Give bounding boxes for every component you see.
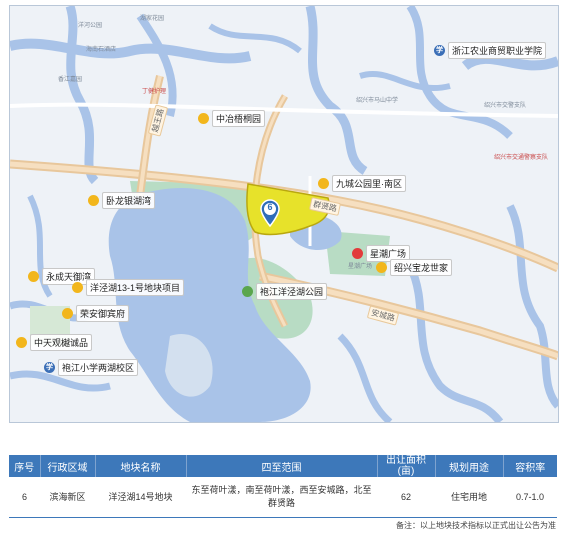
shopping-icon [352,248,363,259]
school-icon: 学 [44,362,55,373]
poi-jiucheng[interactable]: 九城公园里·南区 [318,175,406,192]
poi-baolong[interactable]: 绍兴宝龙世家 [376,259,453,276]
map-text-1: 洋河公园 [78,23,103,29]
poi-zhongye[interactable]: 中冶梧桐园 [198,110,266,127]
cell-seq: 6 [9,477,40,518]
col-header-district: 行政区域 [40,455,96,477]
building-icon [72,282,83,293]
plot-marker[interactable]: 6 [259,199,281,232]
location-map[interactable]: 6 群贤路 安城路 越王路 中冶梧桐园 九城公园里·南区 卧龙银湖湾 永成天御湾… [9,5,559,423]
poi-paojiang-school[interactable]: 学 袍江小学两湖校区 [44,359,139,376]
cell-far: 0.7-1.0 [503,477,557,518]
map-text-7: 绍兴市交警支队 [484,103,527,109]
col-header-plot-name: 地块名称 [95,455,187,477]
map-text-2: 湖家花园 [140,16,165,22]
map-text-8: 绍兴市交通警察支队 [494,155,549,161]
school-icon: 学 [434,45,445,56]
cell-use: 住宅用地 [435,477,503,518]
poi-paojiang-park[interactable]: 袍江洋泾湖公园 [242,283,328,300]
col-header-seq: 序号 [9,455,41,477]
poi-rongan[interactable]: 荣安御宾府 [62,305,130,322]
building-icon [88,195,99,206]
poi-agri-college[interactable]: 学 浙江农业商贸职业学院 [434,42,547,59]
cell-bounds: 东至荷叶漾，南至荷叶漾，西至安城路，北至群贤路 [186,477,377,518]
cell-district: 滨海新区 [40,477,95,518]
col-header-far: 容积率 [503,455,557,477]
table-header-row: 序号 行政区域 地块名称 四至范围 出让面积(亩) 规划用途 容积率 [9,455,557,477]
map-text-4: 香江嘉园 [58,77,83,83]
building-icon [376,262,387,273]
cell-plot-name: 洋泾湖14号地块 [95,477,186,518]
plot-number: 6 [267,202,273,212]
cell-area: 62 [377,477,435,518]
map-text-5: 丁健护理 [142,89,167,95]
col-header-bounds: 四至范围 [186,455,378,477]
map-text-3: 海南石酒店 [86,47,117,53]
poi-yangjing13[interactable]: 洋泾湖13-1号地块项目 [72,279,185,296]
building-icon [62,308,73,319]
poi-zhongtian[interactable]: 中天观樾诚品 [16,334,93,351]
col-header-area: 出让面积(亩) [377,455,436,477]
footnote: 备注：以上地块技术指标以正式出让公告为准 [396,521,556,530]
map-text-6: 绍兴市马山中学 [356,98,399,104]
col-header-use: 规划用途 [435,455,504,477]
table-row: 6 滨海新区 洋泾湖14号地块 东至荷叶漾，南至荷叶漾，西至安城路，北至群贤路 … [9,477,557,518]
map-text-9: 星潮广场 [348,264,373,270]
building-icon [198,113,209,124]
building-icon [28,271,39,282]
building-icon [318,178,329,189]
plot-info-table: 序号 行政区域 地块名称 四至范围 出让面积(亩) 规划用途 容积率 6 滨海新… [9,455,557,518]
poi-wolong[interactable]: 卧龙银湖湾 [88,192,156,209]
park-icon [242,286,253,297]
building-icon [16,337,27,348]
